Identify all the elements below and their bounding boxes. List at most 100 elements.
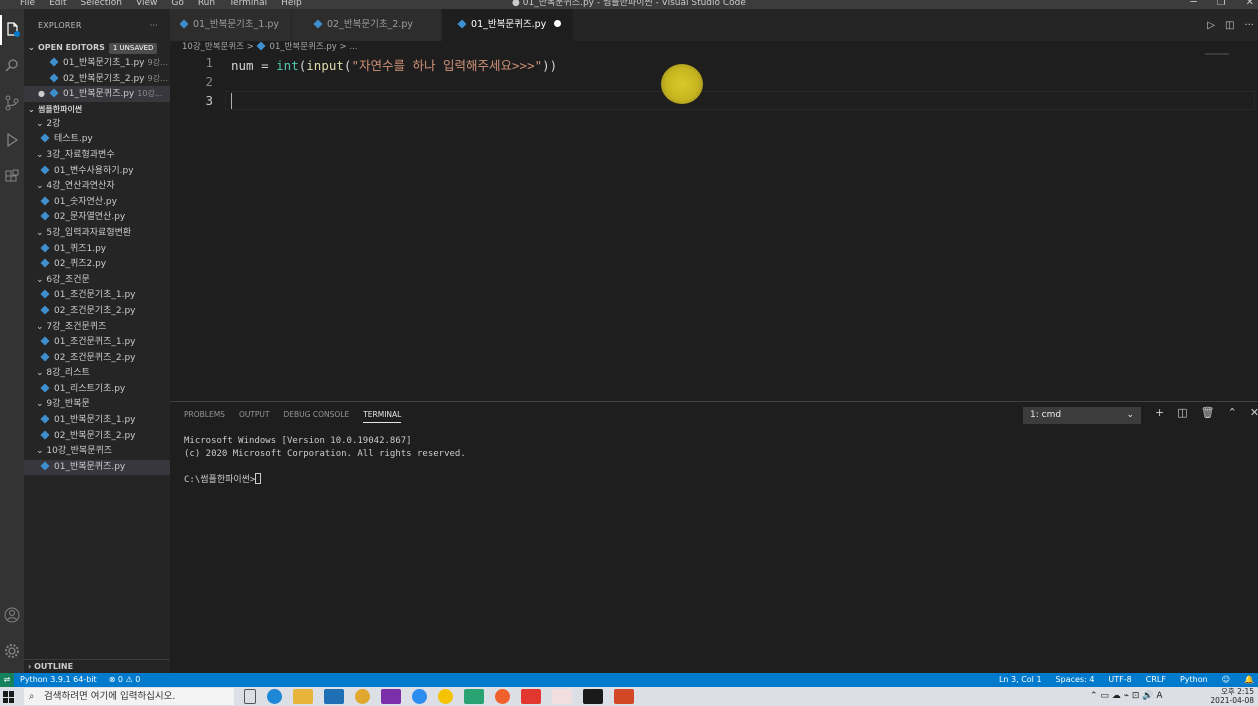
end-of-line[interactable]: CRLF [1146,673,1166,687]
tree-file[interactable]: 01_조건문퀴즈_1.py [24,335,170,351]
maximize-icon[interactable]: ❐ [1217,0,1226,8]
terminal-output[interactable]: Microsoft Windows [Version 10.0.19042.86… [184,435,466,486]
tree-file[interactable]: 02_반복문기초_2.py [24,429,170,445]
split-editor-icon[interactable]: ◫ [1225,20,1234,31]
tree-file[interactable]: 테스트.py [24,132,170,148]
powerpoint-icon[interactable] [614,689,634,704]
file-name: 02_문자열연산.py [54,212,126,223]
code-line-1[interactable]: num = int(input("자연수를 하나 입력해주세요>>>")) [231,55,557,74]
open-editors-section[interactable]: ⌄ OPEN EDITORS 1 UNSAVED [24,40,170,55]
tab-problems[interactable]: PROBLEMS [184,410,225,423]
remote-icon[interactable]: ⇌ [0,673,14,687]
windows-start-icon[interactable] [3,691,15,703]
app-icon-pink[interactable] [552,689,572,704]
app-icon-orange[interactable] [495,689,510,704]
run-debug-icon[interactable] [0,125,24,155]
vscode-icon[interactable] [324,689,344,704]
run-python-icon[interactable]: ▷ [1207,20,1215,31]
more-actions-icon[interactable]: ··· [1244,20,1254,31]
tree-file[interactable]: 01_조건문기초_1.py [24,288,170,304]
taskbar-search[interactable]: ⌕ 검색하려면 여기에 입력하십시오. [24,688,234,705]
language-mode[interactable]: Python [1180,673,1208,687]
settings-gear-icon[interactable] [0,636,24,666]
breadcrumb-file[interactable]: 01_반복문퀴즈.py [270,42,337,52]
edge-icon[interactable] [267,689,282,704]
file-explorer-icon[interactable] [293,689,313,704]
zoom-icon[interactable] [412,689,427,704]
tree-file[interactable]: 02_퀴즈2.py [24,257,170,273]
tree-folder[interactable]: ⌄ 6강_조건문 [24,273,170,289]
open-editor-item[interactable]: ● 01_반복문퀴즈.py 10강... [24,86,170,102]
terminal-select[interactable]: 1: cmd ⌄ [1023,407,1141,424]
tree-folder[interactable]: ⌄ 8강_리스트 [24,366,170,382]
task-view-icon[interactable] [244,689,256,704]
cursor-position[interactable]: Ln 3, Col 1 [999,673,1042,687]
open-editor-item[interactable]: 01_반복문기초_1.py 9강... [24,55,170,71]
chrome-icon[interactable] [355,689,370,704]
notification-bell-icon[interactable]: 🔔 [1244,673,1254,687]
open-editor-item[interactable]: 02_반복문기초_2.py 9강... [24,71,170,87]
tree-file[interactable]: 02_문자열연산.py [24,210,170,226]
tree-file[interactable]: 02_조건문퀴즈_2.py [24,351,170,367]
split-terminal-icon[interactable]: ◫ [1177,406,1187,419]
system-tray-icons[interactable]: ⌃ ▭ ☁ ⌁ ⊡ 🔊 A [1090,691,1163,701]
tab-debug-console[interactable]: DEBUG CONSOLE [284,410,350,423]
tree-folder[interactable]: ⌄ 2강 [24,117,170,133]
tree-file[interactable]: 01_퀴즈1.py [24,242,170,258]
trash-icon[interactable]: 🗑 [1201,406,1215,419]
close-panel-icon[interactable]: ✕ [1250,406,1258,419]
app-icon-red[interactable] [521,689,541,704]
tree-file[interactable]: 01_반복문퀴즈.py [24,459,170,476]
project-folder-label: 썸플한파이썬 [38,104,83,114]
tab-terminal[interactable]: TERMINAL [363,410,402,423]
tree-folder[interactable]: ⌄ 9강_반복문 [24,397,170,413]
encoding[interactable]: UTF-8 [1108,673,1131,687]
python-interpreter[interactable]: Python 3.9.1 64-bit [20,673,97,687]
project-folder-section[interactable]: ⌄ 썸플한파이썬 [24,102,170,117]
pycharm-icon[interactable] [583,689,603,704]
tree-folder[interactable]: ⌄ 10강_반복문퀴즈 [24,444,170,460]
outline-section[interactable]: › OUTLINE [24,659,170,673]
indentation[interactable]: Spaces: 4 [1056,673,1095,687]
explorer-icon[interactable] [0,15,24,45]
ime-indicator[interactable]: A [1156,691,1162,701]
unsaved-dot-icon[interactable] [554,20,562,27]
unsaved-dot-icon[interactable]: ● [38,86,50,102]
feedback-icon[interactable]: ☺ [1222,673,1230,687]
account-icon[interactable] [0,600,24,630]
clock[interactable]: 오후 2:15 2021-04-08 [1210,687,1254,705]
tree-folder[interactable]: ⌄ 4강_연산과연산자 [24,179,170,195]
breadcrumb-folder[interactable]: 10강_반복문퀴즈 [182,42,244,52]
tree-folder[interactable]: ⌄ 5강_입력과자료형변환 [24,226,170,242]
tree-file[interactable]: 02_조건문기초_2.py [24,304,170,320]
onenote-icon[interactable] [381,689,401,704]
chevron-up-icon[interactable]: ⌃ [1228,406,1237,419]
tab-file-2[interactable]: 02_반복문기초_2.py [292,9,443,41]
tree-file[interactable]: 01_리스트기초.py [24,382,170,398]
code-editor[interactable]: 1 2 3 num = int(input("자연수를 하나 입력해주세요>>>… [170,53,1258,401]
minimap[interactable] [1205,53,1229,55]
tree-file[interactable]: 01_반복문기초_1.py [24,413,170,429]
tab-output[interactable]: OUTPUT [239,410,270,423]
tree-file[interactable]: 01_숫자연산.py [24,195,170,211]
tree-folder[interactable]: ⌄ 7강_조건문퀴즈 [24,320,170,336]
source-control-icon[interactable] [0,88,24,118]
minimize-icon[interactable]: ─ [1191,0,1197,8]
kakaotalk-icon[interactable] [438,689,453,704]
editor-actions: ▷ ◫ ··· [1207,9,1254,41]
problems-count[interactable]: ⊗ 0 ⚠ 0 [109,673,141,687]
tab-file-1[interactable]: 01_반복문기초_1.py [170,9,293,41]
tree-file[interactable]: 01_변수사용하기.py [24,164,170,180]
close-icon[interactable]: ✕ [1246,0,1254,8]
extensions-icon[interactable] [0,162,24,192]
folder-name: 3강_자료형과변수 [46,149,115,160]
tab-file-3-active[interactable]: 01_반복문퀴즈.py [442,9,575,41]
more-actions-icon[interactable]: ··· [150,9,158,43]
app-icon-green[interactable] [464,689,484,704]
breadcrumb-symbols[interactable]: > ... [340,42,358,52]
search-icon[interactable] [0,51,24,81]
tree-folder[interactable]: ⌄ 3강_자료형과변수 [24,148,170,164]
folder-name: 7강_조건문퀴즈 [46,321,107,332]
new-terminal-icon[interactable]: + [1155,406,1164,419]
folder-name: 6강_조건문 [46,274,90,285]
